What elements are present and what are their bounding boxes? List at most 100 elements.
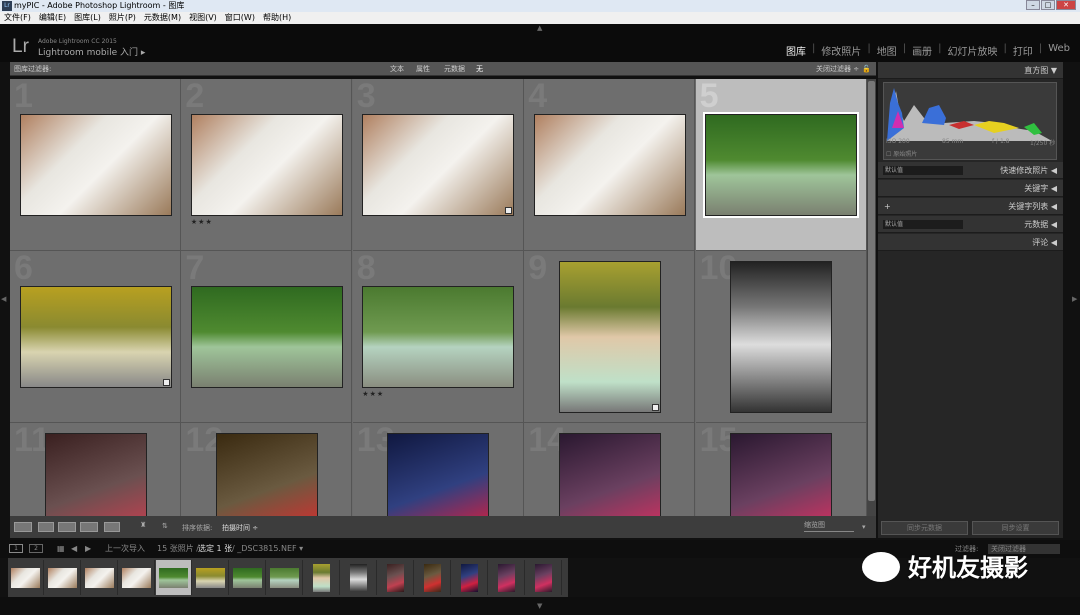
preset-select[interactable]: 默认值 [883,166,963,175]
panel-section-header[interactable]: 评论 ◀ [878,234,1063,251]
filmstrip-thumbnail[interactable] [452,560,488,595]
photo-thumbnail[interactable] [19,114,172,216]
thumbnail-size-slider[interactable] [804,531,854,532]
lock-icon[interactable]: 🔓 [862,62,871,76]
preset-select[interactable]: 默认值 [883,220,963,229]
filter-text[interactable]: 文本 [390,62,404,76]
toolbar-menu-chevron-icon[interactable]: ▾ [862,523,866,531]
people-view-button[interactable] [104,522,120,532]
grid-cell[interactable]: 6 [10,249,181,423]
menu-help[interactable]: 帮助(H) [263,12,291,24]
filmstrip-thumbnail[interactable] [156,560,192,595]
photo-thumbnail[interactable] [362,114,515,216]
photo-thumbnail[interactable] [215,433,318,516]
filmstrip-thumbnail[interactable] [8,560,44,595]
grid-cell[interactable]: 15 [695,421,867,516]
filmstrip-thumbnail[interactable] [193,560,229,595]
edited-badge-icon[interactable] [505,207,513,214]
forward-arrow-icon[interactable]: ▶ [85,540,91,558]
grid-cell[interactable]: 9 [524,249,696,423]
filmstrip-thumbnail[interactable] [378,560,414,595]
menu-photo[interactable]: 照片(P) [109,12,136,24]
star-rating[interactable]: ★★★ [362,390,384,398]
module-3[interactable]: 画册 [912,43,932,58]
spray-can-icon[interactable]: ♜ [140,521,146,529]
panel-section-header[interactable]: 关键字 ◀ [878,180,1063,197]
grid-cell[interactable]: 1 [10,79,181,251]
grid-cell[interactable]: 13 [352,421,524,516]
photo-thumbnail[interactable] [730,261,833,413]
edited-badge-icon[interactable] [162,379,170,386]
module-4[interactable]: 幻灯片放映 [947,43,997,58]
back-arrow-icon[interactable]: ◀ [71,540,77,558]
menu-view[interactable]: 视图(V) [189,12,217,24]
photo-thumbnail[interactable] [533,114,686,216]
photo-thumbnail[interactable] [362,286,515,388]
filmstrip-thumbnail[interactable] [489,560,525,595]
top-panel-toggle[interactable]: ▲ [537,24,542,32]
filmstrip-thumbnail[interactable] [526,560,562,595]
file-name[interactable]: / _DSC3815.NEF ▾ [232,540,303,558]
grid-cell[interactable]: 4 [524,79,696,251]
photo-thumbnail[interactable] [730,433,833,516]
grid-cell[interactable]: 8 ★★★ [352,249,524,423]
maximize-button[interactable]: □ [1041,0,1055,10]
filter-none[interactable]: 无 [476,62,483,76]
panel-section-header[interactable]: 默认值 元数据 ◀ [878,216,1063,233]
filmstrip-thumbnail[interactable] [341,560,377,595]
module-1[interactable]: 修改照片 [821,43,861,58]
menu-edit[interactable]: 编辑(E) [39,12,66,24]
grid-cell[interactable]: 5 [695,79,867,251]
sort-select[interactable]: 拍摄时间 ÷ [222,523,258,533]
loupe-view-button[interactable] [38,522,54,532]
compare-view-button[interactable] [58,522,76,532]
filmstrip-thumbnail[interactable] [82,560,118,595]
mobile-link[interactable]: Lightroom mobile 入门 ▸ [38,45,145,58]
module-2[interactable]: 地图 [877,43,897,58]
filmstrip[interactable] [8,558,568,597]
sync-metadata-button[interactable]: 同步元数据 [881,521,968,535]
grid-icon[interactable]: ▦ [57,540,65,558]
grid-view-button[interactable] [14,522,32,532]
filter-metadata[interactable]: 元数据 [444,62,465,76]
grid-cell[interactable]: 3 [352,79,524,251]
filmstrip-thumbnail[interactable] [119,560,155,595]
menu-library[interactable]: 图库(L) [74,12,101,24]
histogram-header[interactable]: 直方图 ▼ [878,62,1063,79]
menu-window[interactable]: 窗口(W) [225,12,255,24]
photo-thumbnail[interactable] [703,112,860,218]
photo-thumbnail[interactable] [44,433,147,516]
survey-view-button[interactable] [80,522,98,532]
module-6[interactable]: Web [1048,43,1070,58]
sort-direction-icon[interactable]: ⇅ [162,522,168,530]
grid-cell[interactable]: 10 [695,249,867,423]
photo-thumbnail[interactable] [19,286,172,388]
filter-attribute[interactable]: 属性 [416,62,430,76]
filmstrip-thumbnail[interactable] [267,560,303,595]
grid-cell[interactable]: 7 [181,249,353,423]
left-panel-toggle[interactable]: ◀ [1,295,6,303]
grid-scrollbar[interactable] [867,79,876,516]
photo-thumbnail[interactable] [558,433,661,516]
close-button[interactable]: ✕ [1056,0,1076,10]
photo-thumbnail[interactable] [190,114,343,216]
right-panel-toggle[interactable]: ▶ [1072,295,1077,303]
filmstrip-thumbnail[interactable] [415,560,451,595]
photo-thumbnail[interactable] [558,261,661,413]
grid-cell[interactable]: 2 ★★★ [181,79,353,251]
panel-section-header[interactable]: + 关键字列表 ◀ [878,198,1063,215]
add-keyword-icon[interactable]: + [884,198,891,215]
grid-cell[interactable]: 14 [524,421,696,516]
window-1-button[interactable]: 1 [9,544,23,553]
filmstrip-thumbnail[interactable] [304,560,340,595]
bottom-panel-toggle[interactable]: ▼ [537,602,542,610]
photo-thumbnail[interactable] [190,286,343,388]
sync-settings-button[interactable]: 同步设置 [972,521,1059,535]
source-label[interactable]: 上一次导入 [105,540,145,558]
original-photo-toggle[interactable]: ☐ 原始照片 [886,149,917,158]
grid-cell[interactable]: 12 [181,421,353,516]
window-2-button[interactable]: 2 [29,544,43,553]
filmstrip-thumbnail[interactable] [45,560,81,595]
star-rating[interactable]: ★★★ [191,218,213,226]
filter-preset[interactable]: 关闭过滤器 ÷ [816,62,859,76]
